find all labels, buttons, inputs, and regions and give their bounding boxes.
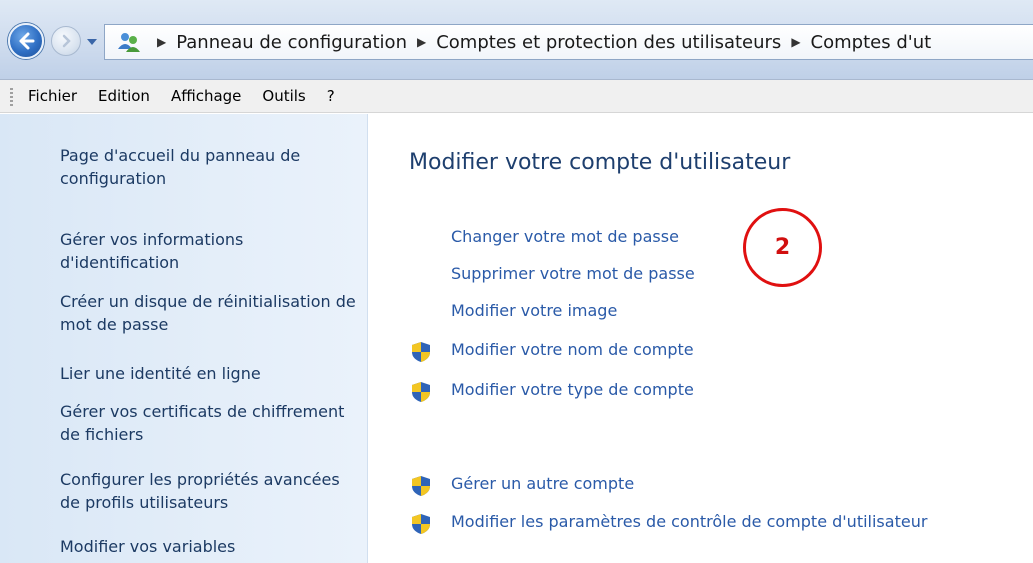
uac-shield-icon bbox=[412, 476, 430, 496]
change-account-name-link[interactable]: Modifier votre nom de compte bbox=[451, 340, 694, 359]
menu-grip bbox=[10, 88, 13, 106]
remove-password-link[interactable]: Supprimer votre mot de passe bbox=[451, 264, 695, 283]
breadcrumb-separator-icon: ▶ bbox=[416, 35, 427, 49]
sidebar-item-environment-variables[interactable]: Modifier vos variables bbox=[60, 535, 360, 558]
change-picture-link[interactable]: Modifier votre image bbox=[451, 301, 617, 320]
sidebar-item-advanced-profile-properties[interactable]: Configurer les propriétés avancées de pr… bbox=[60, 468, 360, 514]
page-title: Modifier votre compte d'utilisateur bbox=[409, 150, 791, 175]
menu-edit[interactable]: Edition bbox=[98, 85, 150, 107]
uac-shield-icon bbox=[412, 514, 430, 534]
forward-arrow-icon bbox=[62, 34, 71, 48]
breadcrumb-item[interactable]: Comptes d'ut bbox=[811, 32, 932, 53]
breadcrumb: ▶ Panneau de configuration ▶ Comptes et … bbox=[151, 25, 935, 59]
uac-shield-icon bbox=[412, 342, 430, 362]
menu-view[interactable]: Affichage bbox=[171, 85, 241, 107]
change-account-type-link[interactable]: Modifier votre type de compte bbox=[451, 380, 694, 399]
sidebar: Page d'accueil du panneau de configurati… bbox=[0, 114, 368, 563]
user-accounts-icon bbox=[118, 33, 140, 52]
breadcrumb-separator-icon: ▶ bbox=[791, 35, 801, 49]
back-button[interactable] bbox=[8, 23, 44, 59]
manage-another-account-link[interactable]: Gérer un autre compte bbox=[451, 474, 634, 493]
menu-help[interactable]: ? bbox=[327, 85, 335, 107]
sidebar-item-link-online-id[interactable]: Lier une identité en ligne bbox=[60, 362, 360, 385]
breadcrumb-box[interactable]: ▶ Panneau de configuration ▶ Comptes et … bbox=[104, 24, 1033, 60]
breadcrumb-item[interactable]: Panneau de configuration bbox=[176, 32, 407, 53]
menu-tools[interactable]: Outils bbox=[262, 85, 305, 107]
menu-bar: Fichier Edition Affichage Outils ? bbox=[0, 80, 1033, 113]
sidebar-item-file-encryption-certificates[interactable]: Gérer vos certificats de chiffrement de … bbox=[60, 400, 360, 446]
address-bar: ▶ Panneau de configuration ▶ Comptes et … bbox=[0, 0, 1033, 80]
sidebar-item-password-reset-disk[interactable]: Créer un disque de réinitialisation de m… bbox=[60, 290, 360, 336]
menu-file[interactable]: Fichier bbox=[28, 85, 77, 107]
uac-shield-icon bbox=[412, 382, 430, 402]
sidebar-item-control-panel-home[interactable]: Page d'accueil du panneau de configurati… bbox=[60, 144, 360, 190]
recent-pages-dropdown-icon[interactable] bbox=[86, 36, 98, 48]
forward-button[interactable] bbox=[51, 26, 81, 56]
back-arrow-icon bbox=[19, 32, 35, 50]
change-password-link[interactable]: Changer votre mot de passe bbox=[451, 227, 679, 246]
annotation-badge: 2 bbox=[743, 208, 822, 287]
sidebar-item-credentials[interactable]: Gérer vos informations d'identification bbox=[60, 228, 360, 274]
uac-settings-link[interactable]: Modifier les paramètres de contrôle de c… bbox=[451, 512, 927, 531]
breadcrumb-separator-icon: ▶ bbox=[157, 35, 167, 49]
breadcrumb-item[interactable]: Comptes et protection des utilisateurs bbox=[436, 32, 781, 53]
